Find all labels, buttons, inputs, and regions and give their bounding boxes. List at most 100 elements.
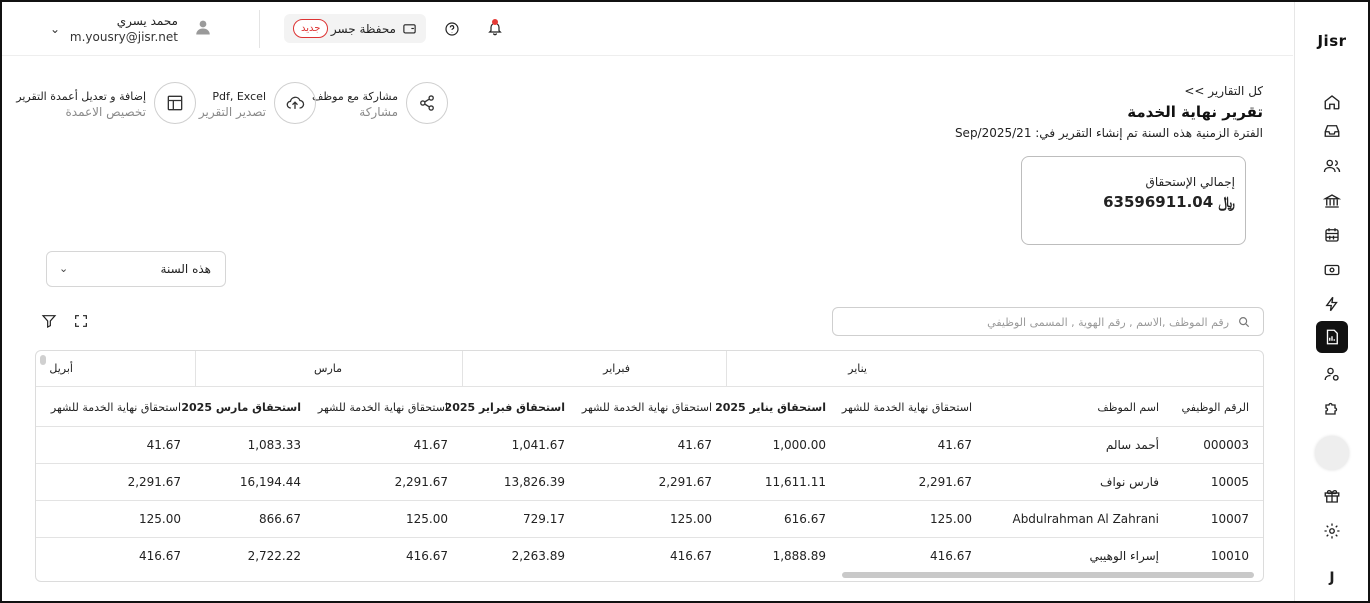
columns-layout-icon[interactable]: [154, 82, 196, 124]
search-icon: [1237, 315, 1251, 329]
horizontal-scrollbar[interactable]: [842, 572, 1254, 578]
home-icon: [1324, 95, 1340, 110]
period-select[interactable]: هذه السنة ⌄: [46, 251, 226, 287]
sidebar-item-home[interactable]: [1316, 86, 1348, 118]
wallet-icon: [402, 21, 417, 36]
user-name: محمد يسري: [116, 14, 178, 28]
customize-columns-action[interactable]: إضافة و تعديل أعمدة التقرير تخصيص الاعمد…: [16, 82, 198, 126]
group-january: يناير: [726, 351, 1263, 387]
share-title: مشاركة مع موظف: [312, 90, 398, 103]
col-jan-monthly[interactable]: استحقاق نهاية الخدمة للشهر: [842, 401, 972, 414]
sidebar-item-employees[interactable]: [1316, 150, 1348, 182]
col-mar-monthly[interactable]: استحقاق نهاية الخدمة للشهر: [318, 401, 448, 414]
cell-jan-total: 11,611.11: [764, 475, 826, 489]
cell-feb-total: 1,041.67: [511, 438, 565, 452]
total-label: إجمالي الإستحقاق: [1145, 175, 1235, 189]
group-april: أبريل: [49, 362, 73, 375]
cell-jan-total: 1,888.89: [772, 549, 826, 563]
cell-apr-monthly: 2,291.67: [127, 475, 181, 489]
search-placeholder: رقم الموظف ,الاسم , رقم الهوية , المسمى …: [987, 316, 1229, 329]
lightning-icon: [1325, 296, 1338, 312]
cell-apr-monthly: 125.00: [139, 512, 181, 526]
cell-mar-monthly: 125.00: [406, 512, 448, 526]
sidebar-item-payroll[interactable]: [1316, 185, 1348, 217]
col-feb-total[interactable]: استحقاق فبراير 2025: [445, 401, 565, 414]
cloud-upload-icon[interactable]: [274, 82, 316, 124]
col-employee-name[interactable]: اسم الموظف: [1097, 401, 1159, 414]
col-employee-id[interactable]: الرقم الوظيفي: [1182, 401, 1249, 414]
wallet-button[interactable]: جديد محفظة جسر: [284, 14, 426, 43]
cell-employee-name: إسراء الوهيبي: [1089, 549, 1159, 563]
page-title: تقرير نهاية الخدمة: [1127, 103, 1263, 121]
user-gear-icon: [1324, 367, 1339, 381]
user-menu[interactable]: ⌄ محمد يسري m.yousry@jisr.net: [42, 10, 222, 50]
cell-feb-total: 13,826.39: [503, 475, 565, 489]
col-mar-total[interactable]: استحقاق مارس 2025: [181, 401, 301, 414]
columns-subtitle: تخصيص الاعمدة: [65, 105, 147, 119]
cell-mar-monthly: 2,291.67: [394, 475, 448, 489]
search-input[interactable]: رقم الموظف ,الاسم , رقم الهوية , المسمى …: [832, 307, 1264, 336]
cell-employee-id: 10010: [1210, 549, 1249, 563]
cell-mar-total: 2,722.22: [247, 549, 301, 563]
puzzle-icon: [1325, 402, 1338, 415]
notification-dot: [492, 19, 498, 25]
share-subtitle: مشاركة: [359, 105, 398, 119]
table-row[interactable]: 10010 إسراء الوهيبي 416.67 1,888.89 416.…: [36, 538, 1263, 575]
help-icon[interactable]: [444, 21, 460, 37]
cell-employee-id: 10005: [1210, 475, 1249, 489]
gift-icon: [1324, 489, 1340, 503]
collapse-sidebar-icon[interactable]: J: [1295, 570, 1369, 586]
sidebar-item-finance[interactable]: [1316, 254, 1348, 286]
sidebar-item-settings[interactable]: [1316, 515, 1348, 547]
share-icon[interactable]: [406, 82, 448, 124]
calendar-icon: [1325, 228, 1339, 242]
cell-feb-monthly: 41.67: [677, 438, 712, 452]
user-avatar-icon: [194, 18, 212, 36]
table-row[interactable]: 10007 Abdulrahman Al Zahrani 125.00 616.…: [36, 501, 1263, 538]
report-icon: [1326, 329, 1338, 345]
riyal-currency-icon: ﷼: [1218, 193, 1235, 211]
chevron-down-icon[interactable]: ⌄: [50, 22, 60, 36]
sidebar-item-integrations[interactable]: [1316, 392, 1348, 424]
cell-employee-id: 10007: [1210, 512, 1249, 526]
cell-employee-id: 000003: [1203, 438, 1249, 452]
sidebar-item-user-settings[interactable]: [1316, 358, 1348, 390]
cell-feb-monthly: 2,291.67: [658, 475, 712, 489]
sidebar-item-gifts[interactable]: [1316, 480, 1348, 512]
group-february: فبراير: [462, 351, 726, 387]
sidebar: Jisr J: [1294, 2, 1368, 601]
column-header-row: الرقم الوظيفي اسم الموظف استحقاق نهاية ا…: [36, 387, 1263, 427]
table-row[interactable]: 10005 فارس نواف 2,291.67 11,611.11 2,291…: [36, 464, 1263, 501]
cell-apr-monthly: 41.67: [146, 438, 181, 452]
cell-jan-monthly: 41.67: [937, 438, 972, 452]
col-apr-monthly[interactable]: استحقاق نهاية الخدمة للشهر: [51, 401, 181, 414]
users-icon: [1323, 159, 1341, 173]
report-period-info: الفترة الزمنية هذه السنة تم إنشاء التقري…: [954, 126, 1263, 140]
total-entitlement-card: إجمالي الإستحقاق 63596911.04 ﷼: [1021, 156, 1246, 245]
export-subtitle: تصدير التقرير: [198, 105, 266, 119]
bank-icon: [1323, 194, 1341, 208]
cell-mar-total: 16,194.44: [239, 475, 301, 489]
user-email: m.yousry@jisr.net: [69, 30, 178, 44]
col-jan-total[interactable]: استحقاق يناير 2025: [715, 401, 826, 414]
sidebar-item-inbox[interactable]: [1316, 115, 1348, 147]
cell-mar-monthly: 416.67: [406, 549, 448, 563]
sidebar-item-calendar[interactable]: [1316, 219, 1348, 251]
share-action[interactable]: مشاركة مع موظف مشاركة: [312, 82, 450, 126]
columns-title: إضافة و تعديل أعمدة التقرير: [16, 90, 146, 103]
jisr-logo[interactable]: Jisr: [1295, 32, 1369, 50]
header-divider: [259, 10, 260, 48]
cell-mar-total: 866.67: [259, 512, 301, 526]
fullscreen-icon[interactable]: [73, 313, 89, 329]
sidebar-item-reports[interactable]: [1316, 321, 1348, 353]
col-feb-monthly[interactable]: استحقاق نهاية الخدمة للشهر: [582, 401, 712, 414]
filter-icon[interactable]: [41, 313, 57, 329]
sidebar-item-automation[interactable]: [1316, 288, 1348, 320]
cell-mar-total: 1,083.33: [247, 438, 301, 452]
cell-employee-name: Abdulrahman Al Zahrani: [1012, 512, 1159, 526]
sidebar-avatar[interactable]: [1315, 436, 1349, 470]
cell-jan-monthly: 125.00: [930, 512, 972, 526]
all-reports-link[interactable]: << كل التقارير: [1184, 84, 1263, 98]
export-action[interactable]: Pdf, Excel تصدير التقرير: [198, 82, 318, 126]
table-row[interactable]: 000003 أحمد سالم 41.67 1,000.00 41.67 1,…: [36, 427, 1263, 464]
